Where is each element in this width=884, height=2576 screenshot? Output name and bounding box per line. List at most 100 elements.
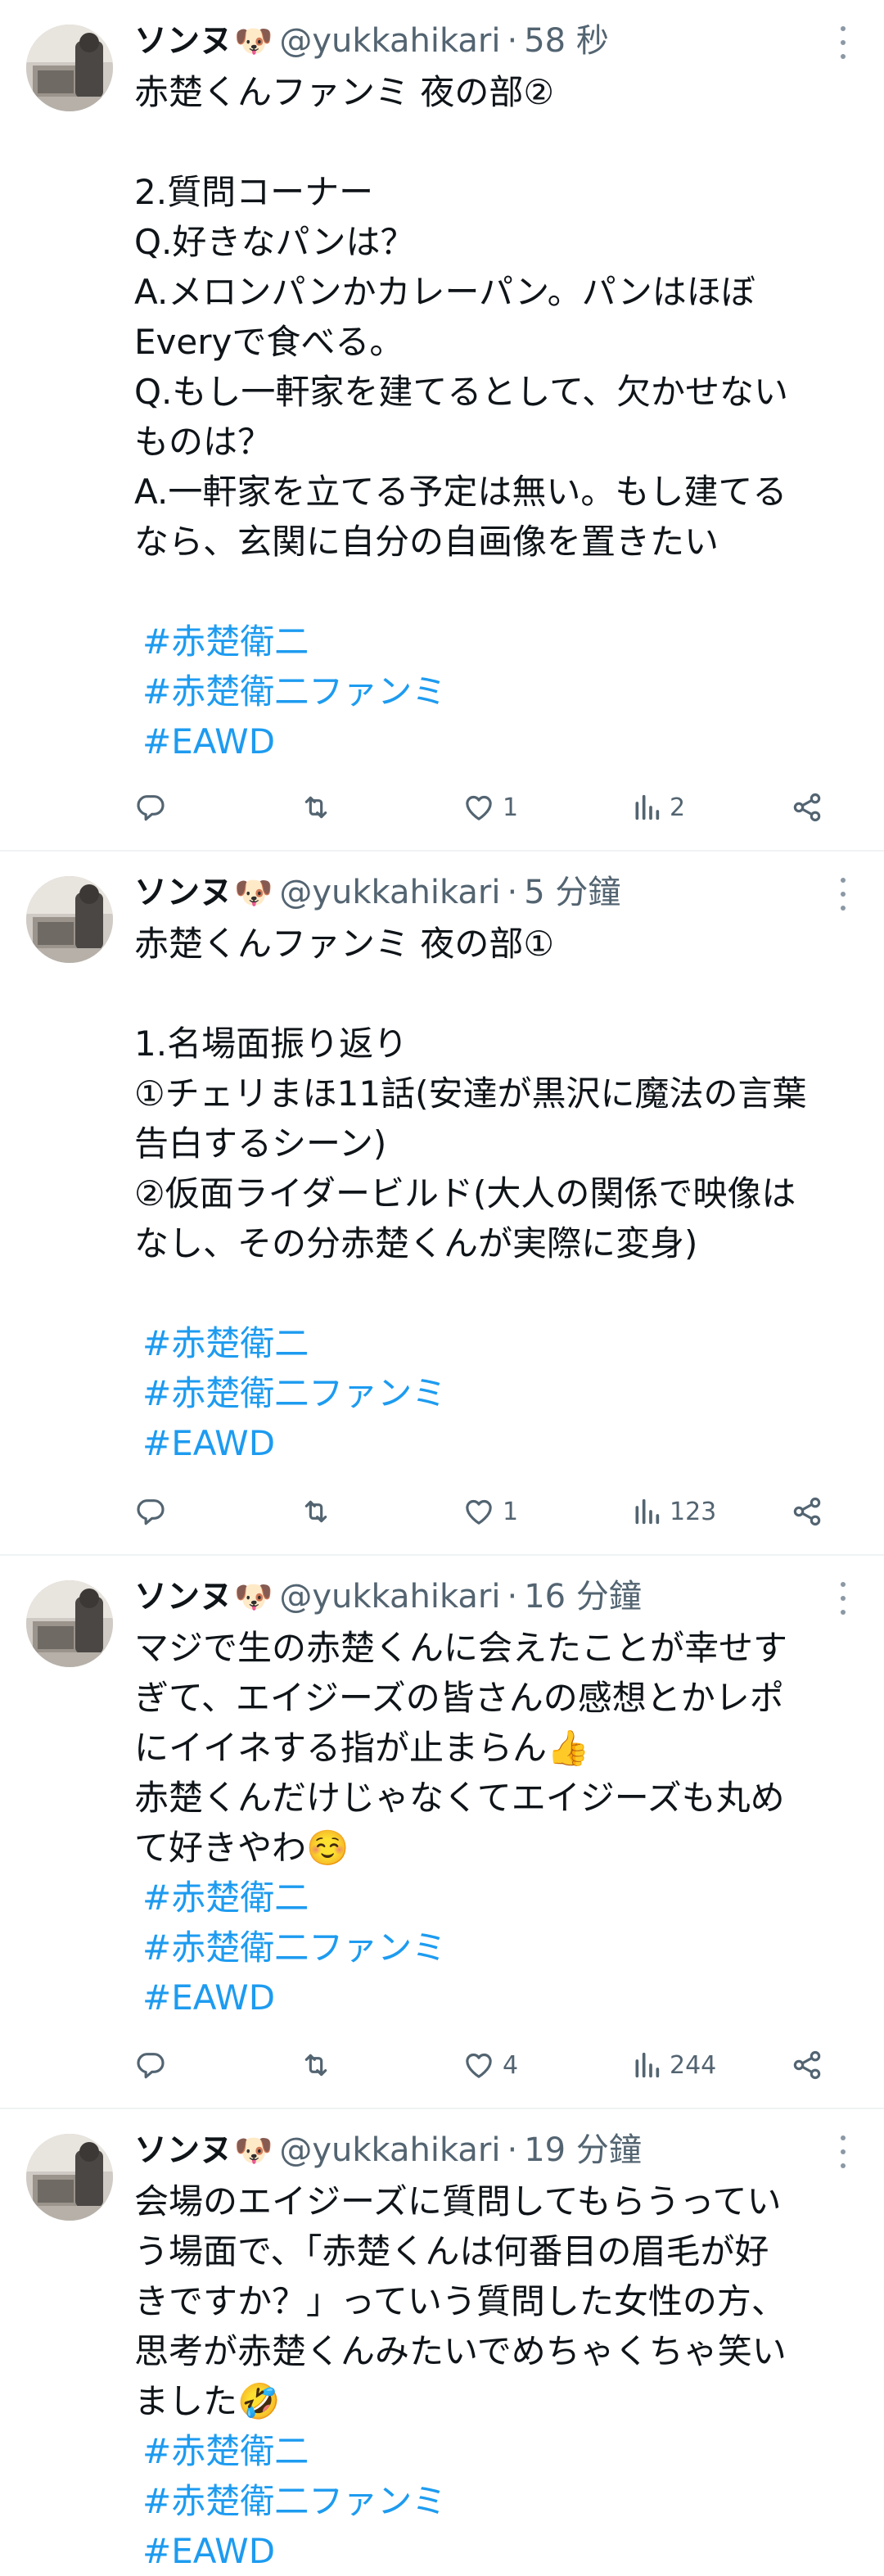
hashtag-link[interactable]: #赤楚衛二 <box>134 2426 855 2476</box>
tweet-header: ソンヌ 🐶 @yukkahikari · 58 秒 <box>134 18 609 64</box>
like-count: 1 <box>503 1497 519 1526</box>
like-button[interactable]: 4 <box>462 2049 518 2081</box>
name-emoji: 🐶 <box>234 23 273 59</box>
more-icon[interactable] <box>835 2135 851 2168</box>
tweet-text: 会場のエイジーズに質問してもらうってい う場面で、「赤楚くんは何番目の眉毛が好 きで… <box>134 2176 855 2576</box>
views-icon <box>630 1495 663 1528</box>
tweet-text-line: ①チェリまほ11話(安達が黒沢に魔法の言葉 <box>134 1073 807 1114</box>
heart-icon <box>462 791 496 824</box>
more-icon[interactable] <box>835 878 851 911</box>
tweet[interactable]: ソンヌ 🐶 @yukkahikari · 16 分鐘マジで生の赤楚くんに会えたことが幸せ… <box>0 1556 884 2109</box>
hashtag-link[interactable]: #赤楚衛二 <box>134 1873 855 1923</box>
tweet[interactable]: ソンヌ 🐶 @yukkahikari · 5 分鐘 赤楚くんファンミ 夜の部① 1.名場面振… <box>0 852 884 1556</box>
tweet-text-line: 2.質問コーナー <box>134 172 374 212</box>
display-name[interactable]: ソンヌ <box>134 1574 232 1620</box>
reply-button[interactable] <box>134 1495 174 1528</box>
separator-dot: · <box>507 1578 518 1616</box>
like-button[interactable]: 1 <box>462 791 518 824</box>
separator-dot: · <box>507 22 518 60</box>
hashtag-link[interactable]: #赤楚衛二ファンミ <box>134 667 855 716</box>
avatar[interactable] <box>26 25 113 111</box>
views-button[interactable]: 2 <box>630 791 685 824</box>
tweet[interactable]: ソンヌ 🐶 @yukkahikari · 19 分鐘 会場のエイジーズに質問してもらうって… <box>0 2109 884 2571</box>
heart-icon <box>462 2049 496 2081</box>
avatar[interactable] <box>26 876 113 963</box>
reply-button[interactable] <box>134 2049 174 2081</box>
hashtag-link[interactable]: #赤楚衛二 <box>134 1318 855 1368</box>
tweet-actions: 12 <box>134 783 838 832</box>
user-handle[interactable]: @yukkahikari <box>279 18 500 64</box>
tweet-text-line <box>134 567 855 617</box>
share-button[interactable] <box>791 1495 823 1528</box>
retweet-button[interactable] <box>298 1495 341 1528</box>
separator-dot: · <box>507 2131 518 2169</box>
tweet-text-line: にイイネする指が止まらん👍 <box>134 1728 590 1768</box>
views-icon <box>630 791 663 824</box>
reply-button[interactable] <box>134 791 174 824</box>
hashtag-link[interactable]: #赤楚衛二 <box>134 617 855 667</box>
hashtag-link[interactable]: #EAWD <box>134 1418 855 1468</box>
more-icon[interactable] <box>835 1582 851 1615</box>
user-handle[interactable]: @yukkahikari <box>279 2127 500 2173</box>
tweet-text-line: ぎて、エイジーズの皆さんの感想とかレポ <box>134 1678 784 1718</box>
view-count: 2 <box>670 793 686 822</box>
retweet-button[interactable] <box>298 2049 341 2081</box>
avatar[interactable] <box>26 2134 113 2221</box>
tweet-text-line: Q.もし一軒家を建てるとして、欠かせない <box>134 372 789 412</box>
tweet-actions: 1 123 <box>134 1487 838 1536</box>
display-name[interactable]: ソンヌ <box>134 18 232 64</box>
user-handle[interactable]: @yukkahikari <box>279 1574 500 1620</box>
share-button[interactable] <box>791 2049 823 2081</box>
name-emoji: 🐶 <box>234 1579 273 1615</box>
share-button[interactable] <box>791 791 823 824</box>
tweet-text-line: なら、玄関に自分の自画像を置きたい <box>134 522 719 562</box>
reply-icon <box>134 2049 167 2081</box>
tweet-text-line: きですか？」っていう質問した女性の方、 <box>134 2281 786 2321</box>
tweet-text-line: 赤楚くんファンミ 夜の部① <box>134 924 555 964</box>
tweet-text-line: ②仮面ライダービルド(大人の関係で映像は <box>134 1173 796 1213</box>
retweet-button[interactable] <box>298 791 341 824</box>
like-count: 1 <box>503 793 519 822</box>
timestamp[interactable]: 19 分鐘 <box>524 2127 642 2173</box>
tweet-text-line: 1.名場面振り返り <box>134 1024 408 1064</box>
tweet-text-line <box>134 1268 855 1318</box>
tweet-text-line: 赤楚くんだけじゃなくてエイジーズも丸め <box>134 1778 785 1818</box>
tweet-text-line: Everyで食べる。 <box>134 322 404 362</box>
tweet-header: ソンヌ 🐶 @yukkahikari · 16 分鐘 <box>134 1574 642 1620</box>
hashtag-link[interactable]: #EAWD <box>134 2526 855 2576</box>
display-name[interactable]: ソンヌ <box>134 870 232 915</box>
tweet-text-line: ました🤣 <box>134 2381 281 2421</box>
retweet-icon <box>298 1495 334 1528</box>
hashtag-link[interactable]: #赤楚衛二ファンミ <box>134 2476 855 2526</box>
views-button[interactable]: 123 <box>630 1495 716 1528</box>
tweet-text-line: て好きやわ☺️ <box>134 1828 350 1868</box>
tweet-text-line: 告白するシーン) <box>134 1123 387 1164</box>
user-handle[interactable]: @yukkahikari <box>279 870 500 915</box>
tweet[interactable]: ソンヌ 🐶 @yukkahikari · 58 秒赤楚くんファンミ 夜の部② 2.質問コー… <box>0 0 884 852</box>
hashtag-link[interactable]: #EAWD <box>134 1973 855 2022</box>
more-icon[interactable] <box>835 26 851 59</box>
share-icon <box>791 1495 823 1528</box>
tweet-text-line: マジで生の赤楚くんに会えたことが幸せす <box>134 1628 788 1668</box>
hashtag-link[interactable]: #赤楚衛二ファンミ <box>134 1923 855 1973</box>
heart-icon <box>462 1495 496 1528</box>
reply-icon <box>134 1495 167 1528</box>
display-name[interactable]: ソンヌ <box>134 2127 232 2173</box>
view-count: 123 <box>670 1497 717 1526</box>
tweet-text-line: 会場のエイジーズに質問してもらうってい <box>134 2181 782 2221</box>
tweet-text-line <box>134 117 855 167</box>
hashtag-link[interactable]: #赤楚衛二ファンミ <box>134 1368 855 1418</box>
tweet-actions: 4 244 <box>134 2040 838 2090</box>
share-icon <box>791 2049 823 2081</box>
views-button[interactable]: 244 <box>630 2049 716 2081</box>
avatar[interactable] <box>26 1580 113 1667</box>
timestamp[interactable]: 58 秒 <box>524 18 609 64</box>
like-button[interactable]: 1 <box>462 1495 518 1528</box>
retweet-icon <box>298 2049 334 2081</box>
tweet-text-line: A.一軒家を立てる予定は無い。もし建てる <box>134 472 787 512</box>
tweet-text-line: ものは？ <box>134 422 273 462</box>
tweet-text-line: 思考が赤楚くんみたいでめちゃくちゃ笑い <box>134 2331 787 2371</box>
timestamp[interactable]: 16 分鐘 <box>524 1574 642 1620</box>
timestamp[interactable]: 5 分鐘 <box>524 870 620 915</box>
hashtag-link[interactable]: #EAWD <box>134 716 855 766</box>
